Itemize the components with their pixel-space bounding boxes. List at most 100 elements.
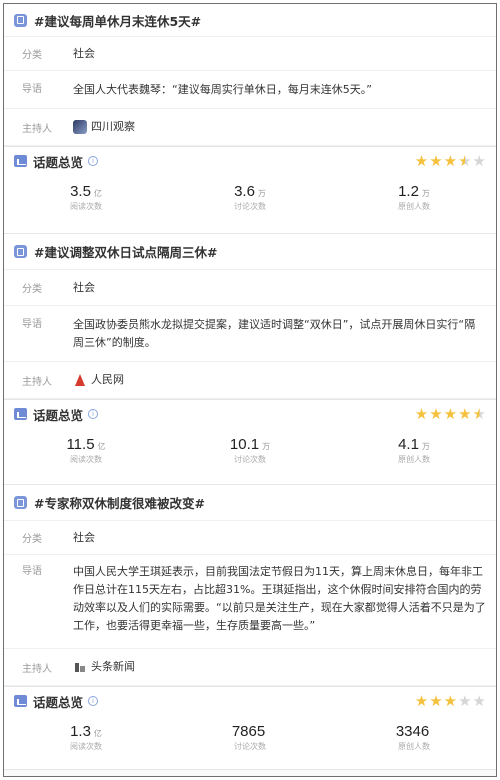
topic-list: #建议每周单休月末连休5天# 分类 社会 导语 全国人大代表魏琴：“建议每周实行… [3, 3, 497, 777]
topic-icon [14, 13, 27, 27]
topic-card: #建议调整双休日试点隔周三休# 分类 社会 导语 全国政协委员熊水龙拟提交提案，… [4, 234, 496, 399]
info-icon[interactable]: i [88, 409, 99, 419]
star-icon: ★ [414, 151, 429, 170]
stat-label: 阅读次数 [70, 455, 102, 464]
stat-label: 原创人数 [398, 455, 430, 464]
stat-originals: 1.2 万 原创人数 [332, 181, 496, 212]
host-label: 主持人 [22, 123, 52, 135]
intro-row: 导语 全国人大代表魏琴：“建议每周实行单休日，每月末连休5天。” [4, 71, 496, 109]
rating-stars: ★ ★ ★ ★ ★ [414, 151, 486, 170]
overview-header: 话题总览 i ★ ★ ★ ★ ★ [4, 400, 496, 428]
host-name: 头条新闻 [91, 660, 135, 673]
host-row: 主持人 头条新闻 [4, 649, 496, 685]
toutiao-logo-icon [73, 660, 87, 674]
stat-unit: 万 [257, 189, 266, 198]
category-value[interactable]: 社会 [73, 45, 486, 63]
topic-overview: 话题总览 i ★ ★ ★ ★ ★ 3.5 亿 阅读次数 3.6 万 讨论次数 1.2… [4, 146, 496, 234]
host-link[interactable]: 头条新闻 [73, 658, 135, 676]
overview-title: 话题总览 [33, 694, 84, 710]
star-icon: ★ [458, 404, 472, 423]
sichuan-avatar-icon [73, 120, 87, 134]
stat-discussions: 3.6 万 讨论次数 [168, 181, 332, 212]
intro-row: 导语 全国政协委员熊水龙拟提交提案，建议适时调整“双休日”，试点开展周休日实行“… [4, 306, 496, 362]
category-label: 分类 [22, 534, 42, 545]
stat-value: 3.5 [70, 183, 91, 200]
topic-title-row[interactable]: #建议调整双休日试点隔周三休# [4, 234, 496, 270]
topic-title[interactable]: #专家称双休制度很难被改变# [34, 493, 205, 512]
topic-overview: 话题总览 i ★ ★ ★ ★ ★ 1.3 亿 阅读次数 7865 讨论次数 334… [4, 686, 496, 770]
star-icon: ★ [472, 404, 486, 423]
host-link[interactable]: 四川观察 [73, 118, 135, 136]
host-name: 四川观察 [91, 120, 135, 133]
category-value[interactable]: 社会 [73, 529, 486, 547]
stat-label: 原创人数 [398, 742, 430, 751]
category-value[interactable]: 社会 [73, 279, 486, 297]
category-row: 分类 社会 [4, 270, 496, 306]
chart-icon [14, 155, 27, 167]
stat-label: 讨论次数 [234, 455, 266, 464]
star-icon: ★ [429, 691, 443, 710]
topic-overview: 话题总览 i ★ ★ ★ ★ ★ 11.5 亿 阅读次数 10.1 万 讨论次数 4… [4, 399, 496, 485]
stat-label: 阅读次数 [70, 202, 102, 211]
stat-reads: 11.5 亿 阅读次数 [4, 434, 168, 465]
stat-discussions: 10.1 万 讨论次数 [168, 434, 332, 465]
host-name: 人民网 [91, 373, 124, 386]
star-icon: ★ [472, 691, 486, 710]
info-icon[interactable]: i [88, 696, 99, 706]
intro-row: 导语 中国人民大学王琪延表示，目前我国法定节假日为11天，算上周末休息日，每年非… [4, 555, 496, 649]
intro-label: 导语 [22, 566, 42, 577]
intro-label: 导语 [22, 84, 42, 95]
overview-title: 话题总览 [33, 154, 84, 170]
stat-unit: 万 [421, 189, 430, 198]
stat-originals: 4.1 万 原创人数 [332, 434, 496, 465]
stat-value: 1.2 [398, 183, 419, 200]
stat-unit: 万 [262, 442, 271, 451]
stat-value: 7865 [231, 723, 266, 740]
category-label: 分类 [22, 50, 42, 61]
chart-icon [14, 695, 27, 707]
stat-value: 4.1 [398, 436, 419, 453]
stat-reads: 3.5 亿 阅读次数 [4, 181, 168, 212]
stat-reads: 1.3 亿 阅读次数 [4, 721, 168, 752]
info-icon[interactable]: i [88, 156, 99, 166]
star-icon: ★ [429, 404, 443, 423]
star-icon: ★ [472, 151, 486, 170]
star-icon: ★ [443, 151, 458, 170]
topic-card: #专家称双休制度很难被改变# 分类 社会 导语 中国人民大学王琪延表示，目前我国… [4, 485, 496, 686]
stat-unit: 亿 [93, 189, 102, 198]
topic-title[interactable]: #建议调整双休日试点隔周三休# [34, 242, 217, 261]
rating-stars: ★ ★ ★ ★ ★ [415, 691, 486, 710]
stat-label: 原创人数 [398, 202, 430, 211]
chart-icon [14, 408, 27, 420]
category-row: 分类 社会 [4, 521, 496, 555]
intro-text: 中国人民大学王琪延表示，目前我国法定节假日为11天，算上周末休息日，每年非工作日… [73, 565, 486, 632]
intro-text: 全国政协委员熊水龙拟提交提案，建议适时调整“双休日”，试点开展周休日实行“隔周三… [73, 318, 476, 349]
category-label: 分类 [22, 284, 42, 295]
star-icon: ★ [458, 691, 472, 710]
category-row: 分类 社会 [4, 37, 496, 71]
stat-unit: 亿 [97, 442, 106, 451]
topic-icon [14, 496, 27, 509]
renmin-logo-icon [73, 373, 87, 387]
topic-card: #建议每周单休月末连休5天# 分类 社会 导语 全国人大代表魏琴：“建议每周实行… [4, 4, 496, 146]
host-link[interactable]: 人民网 [73, 371, 124, 389]
star-icon: ★ [458, 151, 472, 170]
stat-unit: 亿 [93, 729, 102, 738]
stats-row: 3.5 亿 阅读次数 3.6 万 讨论次数 1.2 万 原创人数 [4, 175, 496, 212]
star-icon: ★ [414, 404, 429, 423]
stat-label: 讨论次数 [234, 202, 266, 211]
stats-row: 1.3 亿 阅读次数 7865 讨论次数 3346 原创人数 [4, 715, 496, 752]
topic-title-row[interactable]: #专家称双休制度很难被改变# [4, 485, 496, 521]
stat-value: 10.1 [229, 436, 260, 453]
stat-originals: 3346 原创人数 [332, 721, 496, 752]
star-icon: ★ [443, 691, 458, 710]
rating-stars: ★ ★ ★ ★ ★ [414, 404, 486, 423]
stat-value: 3346 [395, 723, 430, 740]
star-icon: ★ [429, 151, 443, 170]
overview-title: 话题总览 [33, 407, 84, 423]
stat-value: 11.5 [66, 436, 95, 453]
topic-title[interactable]: #建议每周单休月末连休5天# [34, 11, 201, 30]
topic-title-row[interactable]: #建议每周单休月末连休5天# [4, 4, 496, 37]
host-label: 主持人 [22, 376, 52, 388]
host-row: 主持人 四川观察 [4, 109, 496, 145]
